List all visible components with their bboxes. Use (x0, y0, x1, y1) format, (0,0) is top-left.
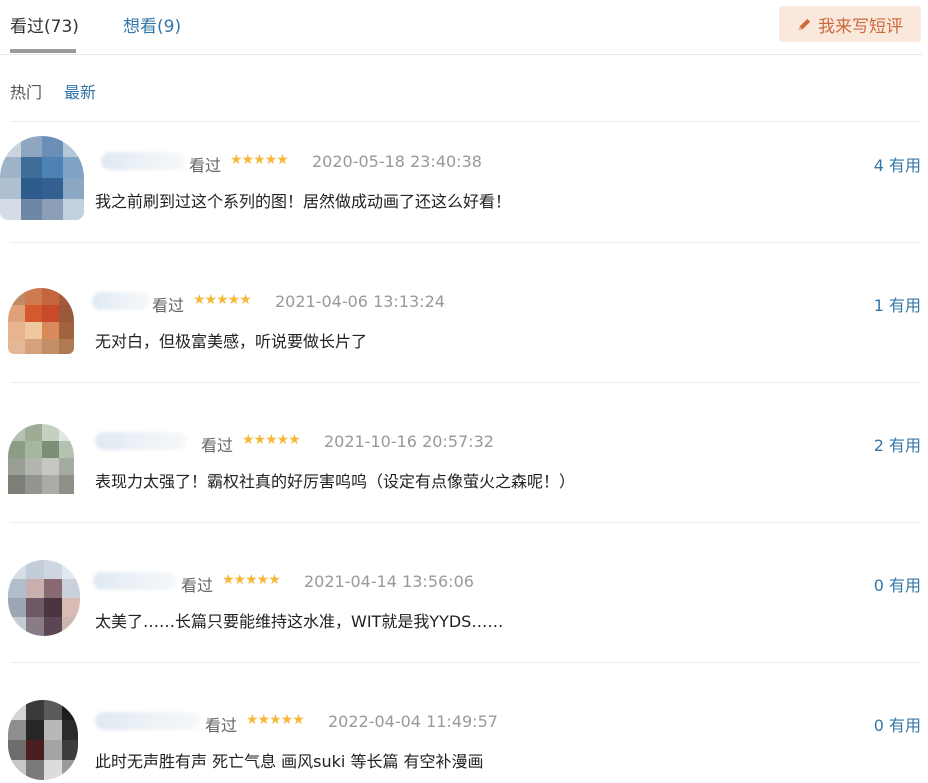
avatar[interactable] (0, 136, 84, 220)
active-tab-indicator (10, 49, 76, 53)
comment-text: 无对白，但极富美感，听说要做长片了 (95, 332, 368, 351)
divider (10, 242, 921, 243)
comment-text: 表现力太强了！霸权社真的好厉害呜呜（设定有点像萤火之森呢！） (95, 472, 576, 491)
comment-item: 看过 ★★★★★ 2020-05-18 23:40:38 4 有用 我之前刷到过… (0, 122, 928, 244)
username[interactable] (92, 292, 150, 310)
tab-want-to-watch[interactable]: 想看(9) (123, 12, 181, 37)
tab-bar: 看过(73) 想看(9) 我来写短评 (0, 0, 922, 55)
sort-hot[interactable]: 热门 (10, 79, 42, 103)
write-review-button[interactable]: 我来写短评 (779, 6, 921, 42)
watched-label: 看过 (152, 296, 185, 315)
username[interactable] (95, 712, 200, 730)
comment-time: 2022-04-04 11:49:57 (328, 712, 498, 731)
comment-text: 太美了……长篇只要能维持这水准，WIT就是我YYDS…… (95, 612, 504, 631)
comment-item: 看过 ★★★★★ 2021-04-14 13:56:06 0 有用 太美了……长… (0, 542, 928, 664)
divider (10, 662, 921, 663)
comment-time: 2021-10-16 20:57:32 (324, 432, 494, 451)
tab-watched[interactable]: 看过(73) (10, 12, 79, 37)
comment-text: 此时无声胜有声 死亡气息 画风suki 等长篇 有空补漫画 (95, 752, 484, 771)
username[interactable] (101, 152, 185, 170)
avatar[interactable] (8, 700, 78, 780)
comment-time: 2021-04-14 13:56:06 (304, 572, 474, 591)
username[interactable] (95, 432, 187, 450)
watched-label: 看过 (181, 576, 214, 595)
watched-label: 看过 (201, 436, 234, 455)
write-review-label: 我来写短评 (818, 16, 903, 37)
watched-label: 看过 (205, 716, 238, 735)
comment-item: 看过 ★★★★★ 2021-04-06 13:13:24 1 有用 无对白，但极… (0, 262, 928, 384)
pencil-icon (798, 18, 811, 30)
useful-button[interactable]: 4 有用 (874, 152, 921, 176)
comment-time: 2020-05-18 23:40:38 (312, 152, 482, 171)
useful-button[interactable]: 2 有用 (874, 432, 921, 456)
avatar[interactable] (8, 560, 80, 636)
divider (10, 382, 921, 383)
username[interactable] (93, 572, 177, 590)
sort-newest[interactable]: 最新 (64, 79, 96, 103)
useful-button[interactable]: 0 有用 (874, 712, 921, 736)
comment-text: 我之前刷到过这个系列的图！居然做成动画了还这么好看！ (95, 192, 512, 211)
rating-stars: ★★★★★ (193, 292, 252, 308)
watched-label: 看过 (189, 156, 222, 175)
avatar[interactable] (8, 424, 74, 494)
useful-button[interactable]: 0 有用 (874, 572, 921, 596)
rating-stars: ★★★★★ (242, 432, 301, 448)
divider (10, 522, 921, 523)
rating-stars: ★★★★★ (222, 572, 281, 588)
comment-item: 看过 ★★★★★ 2021-10-16 20:57:32 2 有用 表现力太强了… (0, 402, 928, 524)
useful-button[interactable]: 1 有用 (874, 292, 921, 316)
comment-item: 看过 ★★★★★ 2022-04-04 11:49:57 0 有用 此时无声胜有… (0, 682, 928, 783)
rating-stars: ★★★★★ (230, 152, 289, 168)
avatar[interactable] (8, 288, 74, 354)
rating-stars: ★★★★★ (246, 712, 305, 728)
comment-time: 2021-04-06 13:13:24 (275, 292, 445, 311)
